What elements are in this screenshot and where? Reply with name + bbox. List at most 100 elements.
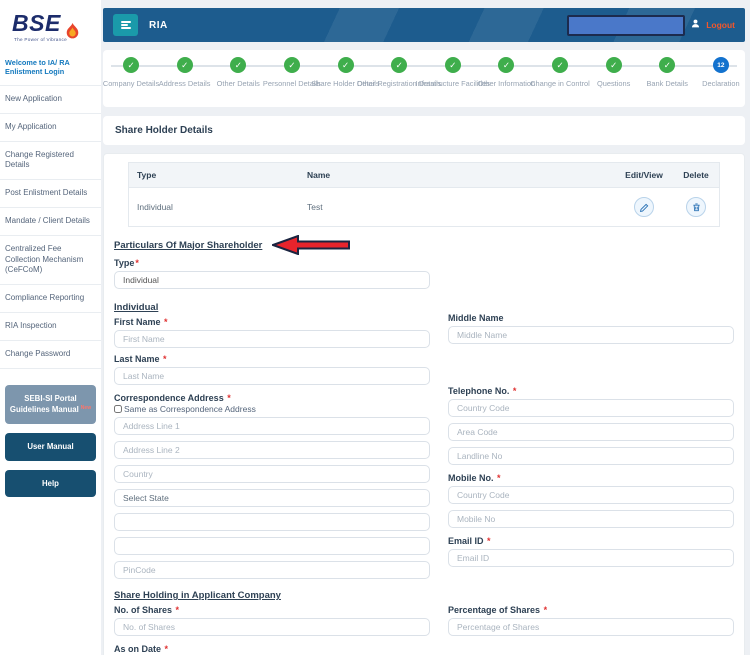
sidebar-item-ria-inspection[interactable]: RIA Inspection xyxy=(0,313,101,341)
mobile-label: Mobile No. * xyxy=(448,473,734,483)
row-name: Test xyxy=(299,195,615,219)
step-number: 12 xyxy=(713,57,729,73)
new-badge: New xyxy=(81,405,91,411)
page-title: Share Holder Details xyxy=(103,116,745,145)
landline-field[interactable] xyxy=(448,447,734,465)
sidebar-buttons: SEBI-SI Portal Guidelines ManualNew User… xyxy=(0,369,101,514)
share-holding-section-header: Share Holding in Applicant Company xyxy=(114,590,734,601)
sidebar-item-compliance-reporting[interactable]: Compliance Reporting xyxy=(0,285,101,313)
same-as-address-checkbox[interactable] xyxy=(114,405,122,413)
col-header-type: Type xyxy=(129,163,299,187)
pencil-icon xyxy=(639,202,650,213)
step-other-details[interactable]: ✓Other Details xyxy=(230,57,246,73)
first-name-field[interactable] xyxy=(114,330,430,348)
step-declaration[interactable]: 12Declaration xyxy=(713,57,729,73)
particulars-section-header: Particulars Of Major Shareholder xyxy=(114,240,262,251)
check-icon: ✓ xyxy=(284,57,300,73)
last-name-label: Last Name * xyxy=(114,354,430,364)
check-icon: ✓ xyxy=(552,57,568,73)
middle-name-label: Middle Name xyxy=(448,313,734,323)
type-label: Type* xyxy=(114,258,430,268)
check-icon: ✓ xyxy=(445,57,461,73)
menu-toggle-button[interactable] xyxy=(113,14,138,36)
sidebar-item-change-registered-details[interactable]: Change Registered Details xyxy=(0,142,101,181)
email-field[interactable] xyxy=(448,549,734,567)
step-infrastructure-facilities[interactable]: ✓Infrastructure Facilities xyxy=(445,57,461,73)
table-header-row: Type Name Edit/View Delete xyxy=(129,163,719,188)
table-row: Individual Test xyxy=(129,188,719,226)
last-name-field[interactable] xyxy=(114,367,430,385)
check-icon: ✓ xyxy=(606,57,622,73)
top-navbar: RIA Logout xyxy=(103,8,745,42)
step-other-information[interactable]: ✓Other Information xyxy=(498,57,514,73)
step-bank-details[interactable]: ✓Bank Details xyxy=(659,57,675,73)
email-label: Email ID * xyxy=(448,536,734,546)
logout-link[interactable]: Logout xyxy=(706,20,735,30)
check-icon: ✓ xyxy=(391,57,407,73)
type-field[interactable] xyxy=(114,271,430,289)
bse-logo-text: BSE xyxy=(12,12,61,35)
check-icon: ✓ xyxy=(659,57,675,73)
edit-button[interactable] xyxy=(634,197,654,217)
col-header-edit-view: Edit/View xyxy=(615,163,673,187)
app-title: RIA xyxy=(149,20,168,31)
shareholder-form-card: Type Name Edit/View Delete Individual Te… xyxy=(103,153,745,655)
welcome-text: Welcome to IA/ RA Enlistment Login xyxy=(0,44,101,86)
address-extra-field-2[interactable] xyxy=(114,537,430,555)
sidebar-item-new-application[interactable]: New Application xyxy=(0,86,101,114)
main-content: RIA Logout ✓Company Details ✓Address Det… xyxy=(103,0,745,655)
trash-icon xyxy=(691,202,702,213)
check-icon: ✓ xyxy=(230,57,246,73)
address-line1-field[interactable] xyxy=(114,417,430,435)
percentage-of-shares-field[interactable] xyxy=(448,618,734,636)
delete-button[interactable] xyxy=(686,197,706,217)
no-of-shares-label: No. of Shares * xyxy=(114,605,430,615)
app-window: BSE The Power of Vibrance Welcome to IA/… xyxy=(0,0,750,655)
first-name-label: First Name * xyxy=(114,317,430,327)
sidebar: BSE The Power of Vibrance Welcome to IA/… xyxy=(0,0,101,655)
individual-section-header: Individual xyxy=(114,302,430,313)
tel-country-code-field[interactable] xyxy=(448,399,734,417)
sidebar-item-mandate-client-details[interactable]: Mandate / Client Details xyxy=(0,208,101,236)
step-questions[interactable]: ✓Questions xyxy=(606,57,622,73)
mobile-number-field[interactable] xyxy=(448,510,734,528)
user-manual-button[interactable]: User Manual xyxy=(5,433,96,461)
address-line2-field[interactable] xyxy=(114,441,430,459)
correspondence-address-label: Correspondence Address * xyxy=(114,393,430,403)
sidebar-item-change-password[interactable]: Change Password xyxy=(0,341,101,369)
sidebar-item-cefcom[interactable]: Centralized Fee Collection Mechanism (Ce… xyxy=(0,236,101,285)
hamburger-icon xyxy=(121,19,131,30)
check-icon: ✓ xyxy=(498,57,514,73)
check-icon: ✓ xyxy=(338,57,354,73)
step-personnel-details[interactable]: ✓Personnel Details xyxy=(284,57,300,73)
col-header-name: Name xyxy=(299,163,615,187)
no-of-shares-field[interactable] xyxy=(114,618,430,636)
help-button[interactable]: Help xyxy=(5,470,96,498)
check-icon: ✓ xyxy=(177,57,193,73)
area-code-field[interactable] xyxy=(448,423,734,441)
sidebar-item-my-application[interactable]: My Application xyxy=(0,114,101,142)
bse-tagline: The Power of Vibrance xyxy=(12,37,93,42)
step-company-details[interactable]: ✓Company Details xyxy=(123,57,139,73)
guidelines-manual-label: SEBI-SI Portal Guidelines Manual xyxy=(10,394,79,415)
telephone-label: Telephone No. * xyxy=(448,386,734,396)
flame-icon xyxy=(66,23,79,41)
middle-name-field[interactable] xyxy=(448,326,734,344)
mobile-country-code-field[interactable] xyxy=(448,486,734,504)
step-share-holder-details[interactable]: ✓Share Holder Details xyxy=(338,57,354,73)
progress-stepper: ✓Company Details ✓Address Details ✓Other… xyxy=(103,50,745,107)
pincode-field[interactable] xyxy=(114,561,430,579)
country-field[interactable] xyxy=(114,465,430,483)
state-select[interactable] xyxy=(114,489,430,507)
step-address-details[interactable]: ✓Address Details xyxy=(177,57,193,73)
address-extra-field-1[interactable] xyxy=(114,513,430,531)
step-change-in-control[interactable]: ✓Change in Control xyxy=(552,57,568,73)
sidebar-item-post-enlistment-details[interactable]: Post Enlistment Details xyxy=(0,180,101,208)
row-type: Individual xyxy=(129,195,299,219)
annotation-arrow xyxy=(272,235,350,255)
guidelines-manual-button[interactable]: SEBI-SI Portal Guidelines ManualNew xyxy=(5,385,96,424)
same-as-address-label: Same as Correspondence Address xyxy=(124,404,256,414)
username-box xyxy=(567,15,685,36)
step-other-registration-details[interactable]: ✓Other Registration Details xyxy=(391,57,407,73)
as-on-date-label: As on Date * xyxy=(114,644,430,654)
